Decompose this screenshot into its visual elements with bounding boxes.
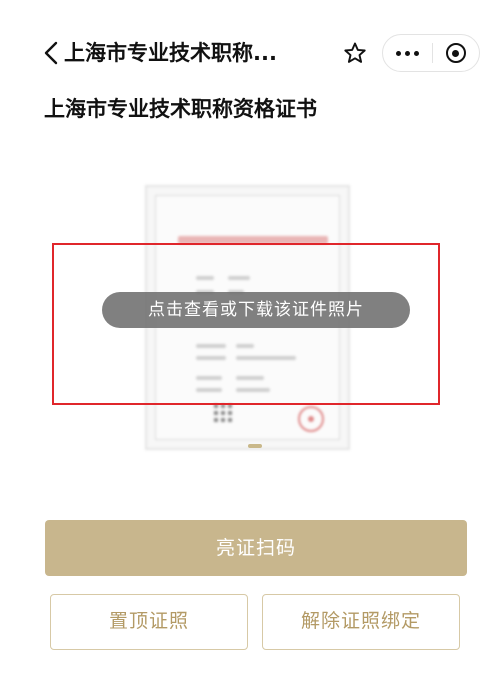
pin-certificate-button[interactable]: 置顶证照: [50, 594, 248, 650]
unbind-certificate-button[interactable]: 解除证照绑定: [262, 594, 460, 650]
more-dots-icon: [395, 50, 419, 56]
favorite-button[interactable]: [340, 38, 370, 68]
back-button[interactable]: [40, 40, 62, 66]
star-outline-icon: [344, 42, 366, 63]
mini-program-capsule: [382, 34, 480, 72]
app-screen: 上海市专业技术职称... 上海市专业技术职称资格证书 点击查看或下载该证件照片 …: [0, 0, 504, 678]
target-close-icon: [445, 43, 466, 63]
page-heading: 上海市专业技术职称资格证书: [44, 97, 317, 121]
chevron-left-icon: [44, 41, 58, 65]
more-button[interactable]: [383, 35, 432, 71]
close-mini-program-button[interactable]: [432, 35, 479, 71]
show-certificate-scan-button[interactable]: 亮证扫码: [45, 520, 467, 576]
view-download-tip[interactable]: 点击查看或下载该证件照片: [102, 292, 410, 328]
page-indicator: [248, 444, 262, 448]
official-seal-icon: [298, 406, 324, 432]
nav-title: 上海市专业技术职称...: [64, 41, 277, 65]
nav-bar: 上海市专业技术职称...: [0, 22, 504, 82]
